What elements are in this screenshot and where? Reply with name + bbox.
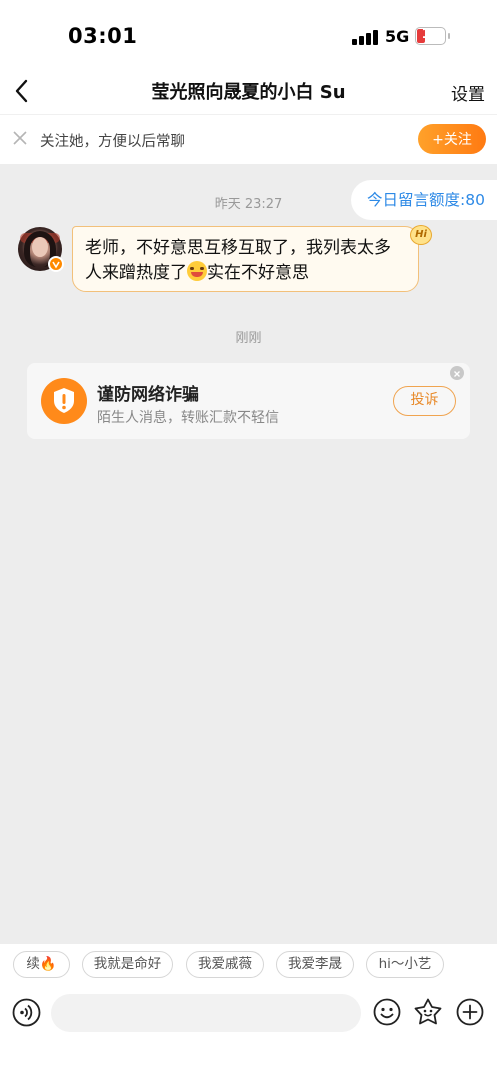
status-bar: 03:01 5G 19 <box>0 0 497 70</box>
quick-reply-chip[interactable]: 我爱戚薇 <box>186 951 264 978</box>
input-row <box>0 994 497 1034</box>
status-time: 03:01 <box>68 24 138 48</box>
fraud-warning-card: 谨防网络诈骗 陌生人消息，转账汇款不轻信 投诉 <box>27 363 470 439</box>
follow-button-label: +关注 <box>432 132 472 148</box>
quick-reply-list: 续🔥 我就是命好 我爱戚薇 我爱李晟 hi～小艺 <box>0 951 497 981</box>
quick-reply-chip[interactable]: 我就是命好 <box>82 951 173 978</box>
plus-icon[interactable] <box>455 997 485 1027</box>
battery-level: 19 <box>421 27 440 42</box>
signal-icon <box>352 29 378 45</box>
sticker-icon[interactable] <box>413 997 443 1027</box>
fraud-warning-title: 谨防网络诈骗 <box>97 385 199 405</box>
voice-icon[interactable] <box>12 998 41 1027</box>
fraud-warning-subtitle: 陌生人消息，转账汇款不轻信 <box>97 410 279 426</box>
message-bubble[interactable]: 老师，不好意思互移互取了，我列表太多 人来蹭热度了 实在不好意思 <box>72 226 419 292</box>
message-line-2: 人来蹭热度了 实在不好意思 <box>85 261 309 283</box>
message-line-1: 老师，不好意思互移互取了，我列表太多 <box>85 238 391 258</box>
quick-reply-chip[interactable]: 我爱李晟 <box>276 951 354 978</box>
follow-prompt-text: 关注她，方便以后常聊 <box>40 134 185 150</box>
timestamp: 刚刚 <box>235 331 262 346</box>
shield-warning-icon <box>41 378 87 424</box>
message-input[interactable] <box>51 994 361 1032</box>
quick-reply-chip[interactable]: 续🔥 <box>13 951 70 978</box>
verified-badge-icon <box>48 256 64 272</box>
follow-button[interactable]: +关注 <box>418 124 486 154</box>
input-panel: 续🔥 我就是命好 我爱戚薇 我爱李晟 hi～小艺 <box>0 944 497 1080</box>
back-arrow-icon[interactable] <box>12 76 40 106</box>
nav-bar: 莹光照向晟夏的小白 Su 设置 <box>0 70 497 114</box>
quick-reply-chip[interactable]: hi～小艺 <box>366 951 444 978</box>
follow-prompt-bar: 关注她，方便以后常聊 +关注 <box>0 114 497 164</box>
chat-title: 莹光照向晟夏的小白 Su <box>151 82 346 103</box>
close-icon[interactable] <box>450 366 464 380</box>
hi-badge: Hi <box>410 225 432 245</box>
smiling-emoji-icon <box>187 261 207 281</box>
emoji-icon[interactable] <box>372 997 402 1027</box>
settings-button[interactable]: 设置 <box>451 80 485 105</box>
close-icon[interactable] <box>12 130 28 146</box>
report-button[interactable]: 投诉 <box>393 386 456 416</box>
timestamp: 昨天 23:27 <box>214 197 283 212</box>
network-type: 5G <box>385 27 410 46</box>
battery-icon: 19 <box>415 27 450 45</box>
